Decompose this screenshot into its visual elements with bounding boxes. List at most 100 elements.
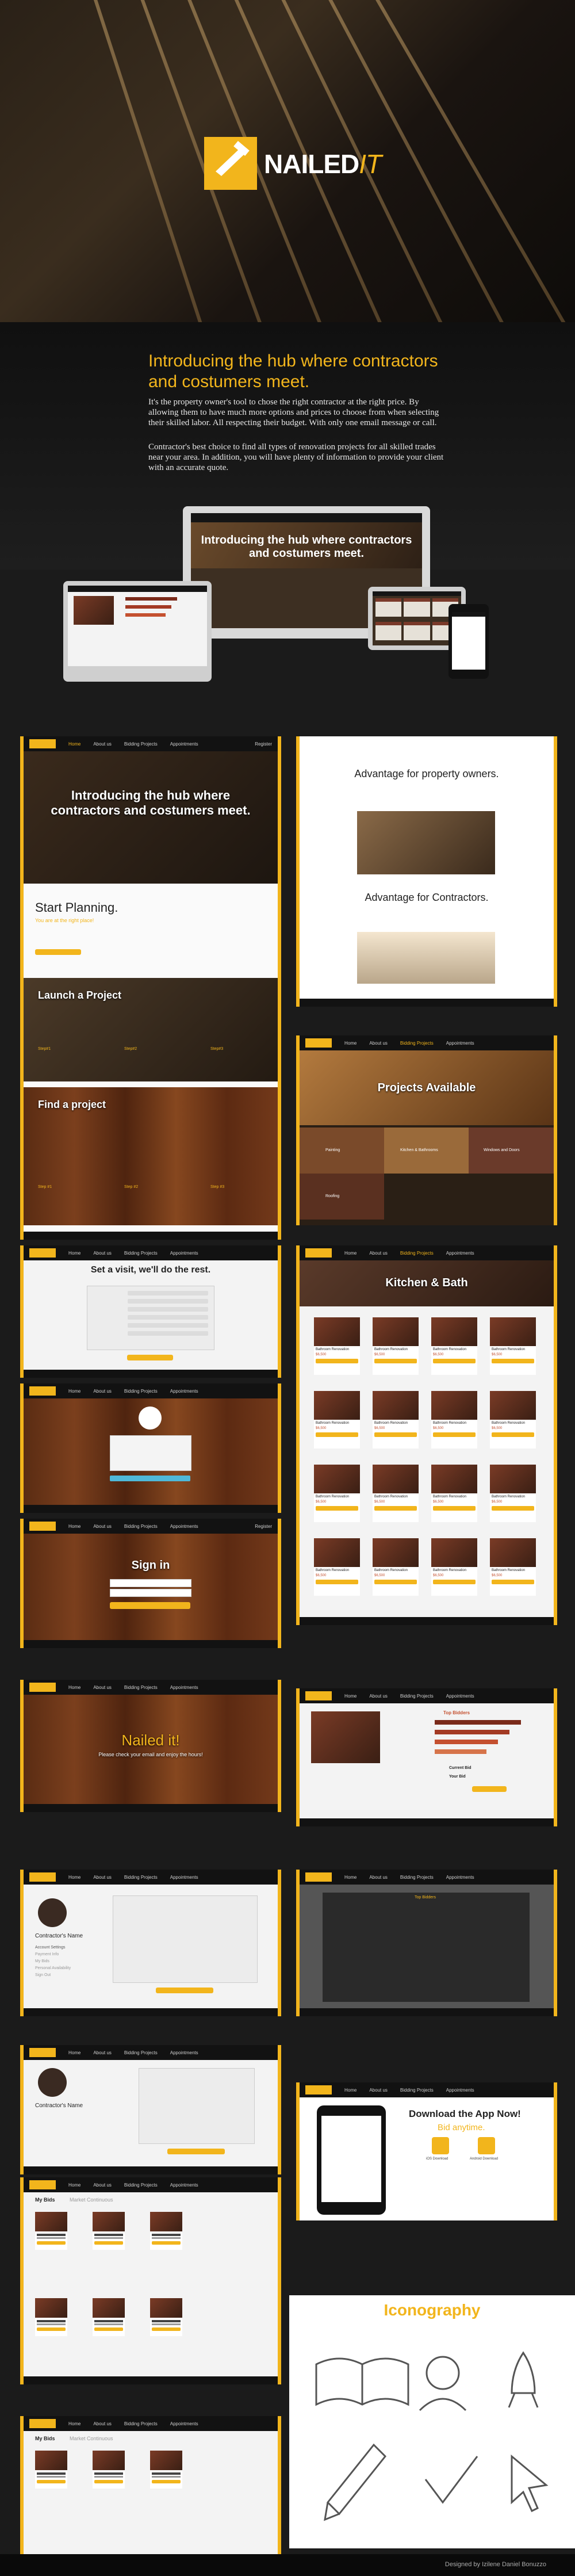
email-field[interactable] <box>110 1579 191 1587</box>
tab-my-bids[interactable]: My Bids <box>35 2436 55 2441</box>
menu-account-settings[interactable]: Account Settings <box>35 1946 66 1950</box>
android-download-label[interactable]: Android Download <box>470 2157 498 2161</box>
nav-bidding[interactable]: Bidding Projects <box>124 1685 158 1690</box>
ios-icon[interactable] <box>432 2137 449 2154</box>
project-card[interactable]: Bathroom Renovation $6,500 <box>490 1465 536 1522</box>
nav-home[interactable]: Home <box>68 2050 80 2055</box>
nav-appointments[interactable]: Appointments <box>170 2183 198 2188</box>
nav-home[interactable]: Home <box>344 1251 356 1256</box>
nav-appointments[interactable]: Appointments <box>170 1685 198 1690</box>
nav-home[interactable]: Home <box>68 2183 80 2188</box>
bid-card[interactable] <box>93 2212 125 2250</box>
nav-home[interactable]: Home <box>344 1041 356 1046</box>
bid-card[interactable] <box>93 2298 125 2336</box>
nav-register[interactable]: Register <box>255 1524 272 1529</box>
pay-button[interactable] <box>167 2149 225 2154</box>
nav-appointments[interactable]: Appointments <box>446 1041 474 1046</box>
nav-appointments[interactable]: Appointments <box>170 1524 198 1529</box>
nav-about[interactable]: About us <box>369 1875 388 1880</box>
nav-bidding[interactable]: Bidding Projects <box>400 1694 434 1699</box>
nav-appointments[interactable]: Appointments <box>170 1389 198 1394</box>
nav-home[interactable]: Home <box>68 1524 80 1529</box>
place-bid-button[interactable] <box>472 1786 507 1792</box>
nav-about[interactable]: About us <box>93 1685 112 1690</box>
start-button[interactable] <box>35 949 81 955</box>
android-icon[interactable] <box>478 2137 495 2154</box>
nav-appointments[interactable]: Appointments <box>170 1875 198 1880</box>
account-form[interactable] <box>113 1895 258 1983</box>
nav-about[interactable]: About us <box>93 742 112 747</box>
bid-card[interactable] <box>150 2212 182 2250</box>
nav-home[interactable]: Home <box>68 1389 80 1394</box>
project-card[interactable]: Bathroom Renovation $6,500 <box>373 1391 419 1448</box>
bid-card[interactable] <box>35 2451 67 2489</box>
menu-availability[interactable]: Personal Availability <box>35 1966 71 1970</box>
bid-card[interactable] <box>93 2451 125 2489</box>
nav-appointments[interactable]: Appointments <box>170 2050 198 2055</box>
nav-bidding[interactable]: Bidding Projects <box>124 2183 158 2188</box>
nav-home[interactable]: Home <box>344 2088 356 2093</box>
nav-about[interactable]: About us <box>93 1875 112 1880</box>
project-card[interactable]: Bathroom Renovation $6,500 <box>314 1538 360 1596</box>
tab-my-bids[interactable]: My Bids <box>35 2197 55 2203</box>
nav-home[interactable]: Home <box>68 1251 80 1256</box>
ios-download-label[interactable]: iOS Download <box>426 2157 448 2161</box>
nav-bidding[interactable]: Bidding Projects <box>124 2421 158 2426</box>
project-card[interactable]: Bathroom Renovation $6,500 <box>431 1538 477 1596</box>
nav-about[interactable]: About us <box>93 1524 112 1529</box>
menu-my-bids[interactable]: My Bids <box>35 1959 49 1963</box>
project-card[interactable]: Bathroom Renovation $6,500 <box>490 1317 536 1375</box>
bid-card[interactable] <box>150 2451 182 2489</box>
nav-appointments[interactable]: Appointments <box>446 2088 474 2093</box>
nav-home[interactable]: Home <box>68 1875 80 1880</box>
visit-form[interactable] <box>87 1286 214 1350</box>
nav-appointments[interactable]: Appointments <box>446 1251 474 1256</box>
project-card[interactable]: Bathroom Renovation $6,500 <box>373 1317 419 1375</box>
nav-about[interactable]: About us <box>93 2183 112 2188</box>
bid-card[interactable] <box>150 2298 182 2336</box>
nav-bidding[interactable]: Bidding Projects <box>400 1875 434 1880</box>
nav-about[interactable]: About us <box>369 1694 388 1699</box>
project-card[interactable]: Bathroom Renovation $6,500 <box>490 1538 536 1596</box>
nav-about[interactable]: About us <box>93 1389 112 1394</box>
nav-bidding[interactable]: Bidding Projects <box>400 2088 434 2093</box>
nav-bidding[interactable]: Bidding Projects <box>400 1041 434 1046</box>
nav-appointments[interactable]: Appointments <box>170 1251 198 1256</box>
nav-bidding[interactable]: Bidding Projects <box>400 1251 434 1256</box>
nav-about[interactable]: About us <box>369 1251 388 1256</box>
project-card[interactable]: Bathroom Renovation $6,500 <box>314 1391 360 1448</box>
nav-register[interactable]: Register <box>255 742 272 747</box>
nav-bidding[interactable]: Bidding Projects <box>124 1875 158 1880</box>
nav-home[interactable]: Home <box>68 2421 80 2426</box>
project-card[interactable]: Bathroom Renovation $6,500 <box>431 1465 477 1522</box>
project-card[interactable]: Bathroom Renovation $6,500 <box>373 1538 419 1596</box>
nav-about[interactable]: About us <box>93 1251 112 1256</box>
project-card[interactable]: Bathroom Renovation $6,500 <box>314 1465 360 1522</box>
avatar-upload[interactable] <box>139 1407 162 1430</box>
visit-submit-button[interactable] <box>127 1355 173 1360</box>
save-button[interactable] <box>156 1988 213 1993</box>
password-field[interactable] <box>110 1589 191 1597</box>
signin-button[interactable] <box>110 1602 190 1609</box>
nav-appointments[interactable]: Appointments <box>446 1875 474 1880</box>
project-card[interactable]: Bathroom Renovation $6,500 <box>490 1391 536 1448</box>
nav-appointments[interactable]: Appointments <box>170 2421 198 2426</box>
nav-bidding[interactable]: Bidding Projects <box>124 2050 158 2055</box>
menu-sign-out[interactable]: Sign Out <box>35 1973 51 1977</box>
nav-bidding[interactable]: Bidding Projects <box>124 1389 158 1394</box>
nav-home[interactable]: Home <box>68 742 80 747</box>
nav-home[interactable]: Home <box>344 1875 356 1880</box>
category-roofing[interactable] <box>300 1174 384 1220</box>
tab-market[interactable]: Market Continuous <box>70 2436 113 2441</box>
nav-home[interactable]: Home <box>68 1685 80 1690</box>
bid-card[interactable] <box>35 2298 67 2336</box>
nav-bidding[interactable]: Bidding Projects <box>124 1251 158 1256</box>
nav-bidding[interactable]: Bidding Projects <box>124 742 158 747</box>
nav-about[interactable]: About us <box>93 2050 112 2055</box>
project-card[interactable]: Bathroom Renovation $6,500 <box>314 1317 360 1375</box>
project-card[interactable]: Bathroom Renovation $6,500 <box>431 1391 477 1448</box>
nav-about[interactable]: About us <box>93 2421 112 2426</box>
nav-about[interactable]: About us <box>369 2088 388 2093</box>
nav-about[interactable]: About us <box>369 1041 388 1046</box>
tab-market[interactable]: Market Continuous <box>70 2197 113 2203</box>
